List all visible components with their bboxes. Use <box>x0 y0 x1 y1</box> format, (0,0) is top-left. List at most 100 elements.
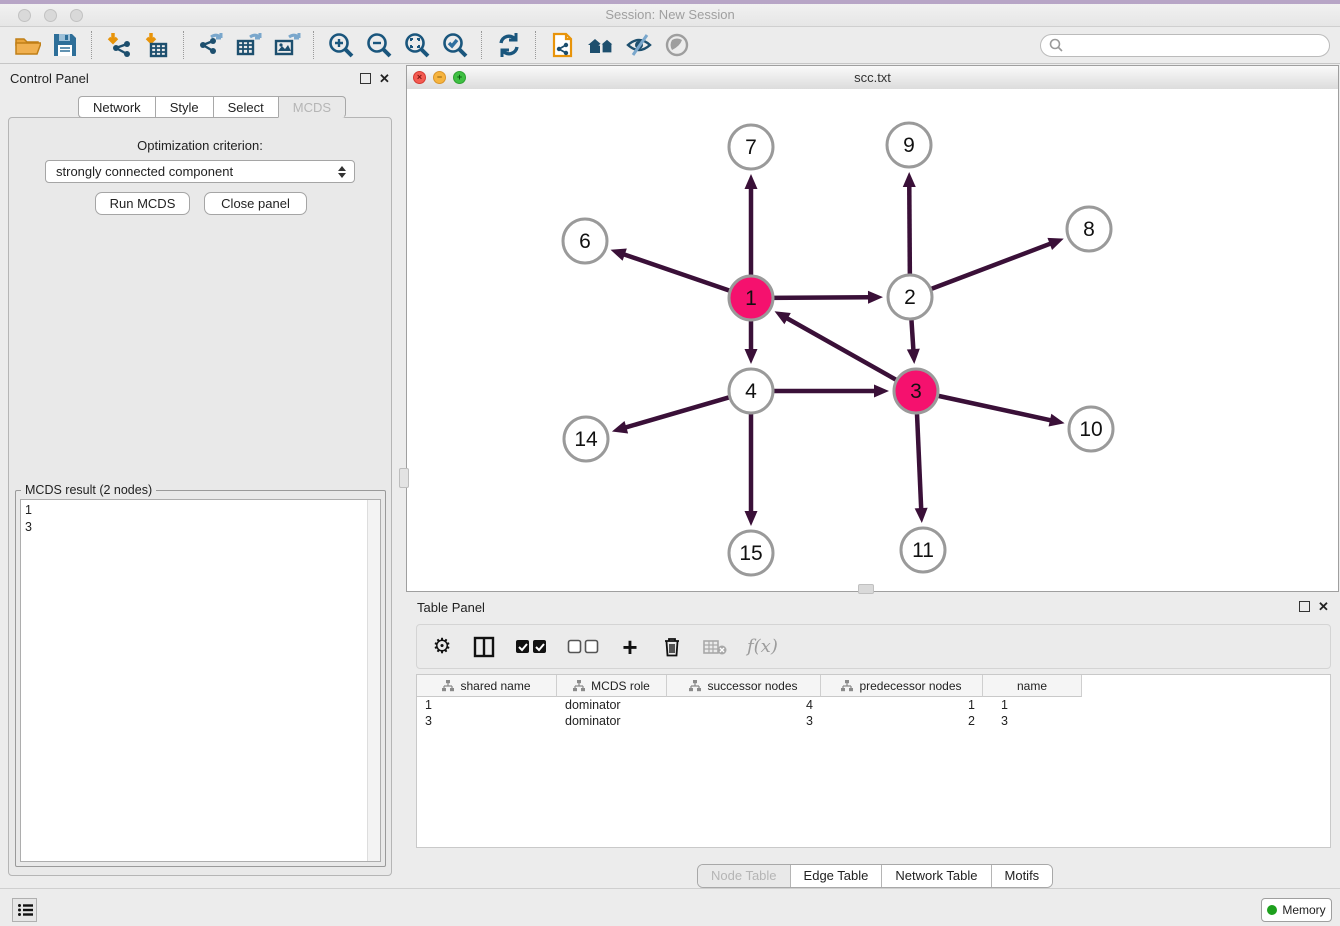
graph-edge-1-6[interactable] <box>611 248 733 291</box>
tab-motifs[interactable]: Motifs <box>992 865 1053 887</box>
zoom-in-button[interactable] <box>322 28 360 62</box>
tab-select[interactable]: Select <box>213 96 278 118</box>
table-row[interactable]: 1dominator411 <box>417 697 1330 713</box>
search-input[interactable] <box>1067 37 1329 53</box>
cell-name: 3 <box>983 713 1082 729</box>
select-all-checkboxes-icon[interactable] <box>515 639 547 654</box>
export-network-button[interactable] <box>192 28 230 62</box>
hierarchy-icon <box>841 680 853 692</box>
zoom-window-button[interactable] <box>70 9 83 22</box>
graph-edge-2-3[interactable] <box>907 317 920 364</box>
graph-edge-1-4[interactable] <box>745 318 758 364</box>
graph-node-4[interactable]: 4 <box>729 369 773 413</box>
graph-edge-4-14[interactable] <box>612 397 732 434</box>
node-table: shared nameMCDS rolesuccessor nodesprede… <box>416 674 1331 848</box>
clone-network-button[interactable] <box>544 28 582 62</box>
export-table-button[interactable] <box>230 28 268 62</box>
graph-edge-3-11[interactable] <box>915 411 928 523</box>
graph-edge-1-2[interactable] <box>771 291 883 304</box>
criterion-dropdown[interactable]: strongly connected component <box>45 160 355 183</box>
graph-edge-2-8[interactable] <box>929 238 1064 290</box>
network-canvas[interactable]: 1 2 3 4 6 7 8 9 10 11 14 15 <box>407 89 1338 591</box>
close-panel-icon[interactable]: ✕ <box>379 74 390 84</box>
zoom-selected-icon <box>441 31 469 59</box>
tab-node-table[interactable]: Node Table <box>698 865 791 887</box>
cell-name: 1 <box>983 697 1082 713</box>
graph-edge-3-10[interactable] <box>936 395 1065 426</box>
graph-node-2[interactable]: 2 <box>888 275 932 319</box>
network-titlebar[interactable]: × − + scc.txt <box>407 66 1338 90</box>
deselect-all-checkboxes-icon[interactable] <box>567 639 599 654</box>
memory-status-icon <box>1267 905 1277 915</box>
column-header-name[interactable]: name <box>983 675 1082 697</box>
float-table-panel-icon[interactable] <box>1299 601 1310 612</box>
columns-icon[interactable] <box>473 636 495 658</box>
zoom-selected-button[interactable] <box>436 28 474 62</box>
gear-icon[interactable]: ⚙ <box>431 634 453 659</box>
svg-text:15: 15 <box>739 542 762 565</box>
graph-node-11[interactable]: 11 <box>901 528 945 572</box>
zoom-out-button[interactable] <box>360 28 398 62</box>
memory-button[interactable]: Memory <box>1261 898 1332 922</box>
delete-column-icon[interactable] <box>661 636 683 657</box>
cell-predecessor-nodes: 1 <box>821 697 983 713</box>
column-header-mcds-role[interactable]: MCDS role <box>557 675 667 697</box>
zoom-fit-button[interactable] <box>398 28 436 62</box>
splitter-grip-horizontal[interactable] <box>858 584 874 594</box>
tab-network[interactable]: Network <box>78 96 155 118</box>
column-header-shared-name[interactable]: shared name <box>417 675 557 697</box>
splitter-grip-vertical[interactable] <box>399 468 409 488</box>
save-session-button[interactable] <box>46 28 84 62</box>
apply-layout-button[interactable] <box>490 28 528 62</box>
mcds-result-textarea[interactable]: 1 3 <box>20 499 381 862</box>
graph-edge-2-9[interactable] <box>903 172 916 277</box>
main-toolbar <box>0 27 1340 64</box>
graph-edge-1-7[interactable] <box>745 174 758 278</box>
graph-node-3[interactable]: 3 <box>894 369 938 413</box>
app-titlebar[interactable]: Session: New Session <box>0 4 1340 27</box>
result-scrollbar[interactable] <box>367 500 380 861</box>
graph-edge-3-1[interactable] <box>775 311 899 381</box>
cell-predecessor-nodes: 2 <box>821 713 983 729</box>
graph-node-10[interactable]: 10 <box>1069 407 1113 451</box>
tab-mcds[interactable]: MCDS <box>278 96 346 118</box>
eye-disabled-icon <box>662 31 692 59</box>
graph-edge-4-3[interactable] <box>771 385 889 398</box>
tab-edge-table[interactable]: Edge Table <box>791 865 883 887</box>
column-header-successor-nodes[interactable]: successor nodes <box>667 675 821 697</box>
network-minimize-button[interactable]: − <box>433 71 446 84</box>
add-column-icon[interactable]: + <box>619 637 641 657</box>
export-image-button[interactable] <box>268 28 306 62</box>
graph-node-15[interactable]: 15 <box>729 531 773 575</box>
graph-node-14[interactable]: 14 <box>564 417 608 461</box>
import-table-button[interactable] <box>138 28 176 62</box>
graph-node-1[interactable]: 1 <box>729 276 773 320</box>
close-panel-button[interactable]: Close panel <box>204 192 307 215</box>
svg-text:1: 1 <box>745 287 757 310</box>
table-row[interactable]: 3dominator323 <box>417 713 1330 729</box>
birds-eye-view-button[interactable] <box>658 28 696 62</box>
import-network-button[interactable] <box>100 28 138 62</box>
graph-node-9[interactable]: 9 <box>887 123 931 167</box>
minimize-window-button[interactable] <box>44 9 57 22</box>
tab-network-table[interactable]: Network Table <box>882 865 991 887</box>
network-close-button[interactable]: × <box>413 71 426 84</box>
first-neighbors-button[interactable] <box>582 28 620 62</box>
tab-style[interactable]: Style <box>155 96 213 118</box>
network-maximize-button[interactable]: + <box>453 71 466 84</box>
column-header-predecessor-nodes[interactable]: predecessor nodes <box>821 675 983 697</box>
graph-node-8[interactable]: 8 <box>1067 207 1111 251</box>
graph-edge-4-15[interactable] <box>745 411 758 526</box>
search-box[interactable] <box>1040 34 1330 57</box>
show-graphics-details-button[interactable] <box>620 28 658 62</box>
open-session-button[interactable] <box>8 28 46 62</box>
task-history-button[interactable] <box>12 898 37 922</box>
graph-node-7[interactable]: 7 <box>729 125 773 169</box>
close-table-panel-icon[interactable]: ✕ <box>1318 602 1329 612</box>
float-panel-icon[interactable] <box>360 73 371 84</box>
graph-node-6[interactable]: 6 <box>563 219 607 263</box>
run-mcds-button[interactable]: Run MCDS <box>95 192 190 215</box>
memory-label: Memory <box>1282 903 1325 917</box>
zoom-in-icon <box>327 31 355 59</box>
close-window-button[interactable] <box>18 9 31 22</box>
